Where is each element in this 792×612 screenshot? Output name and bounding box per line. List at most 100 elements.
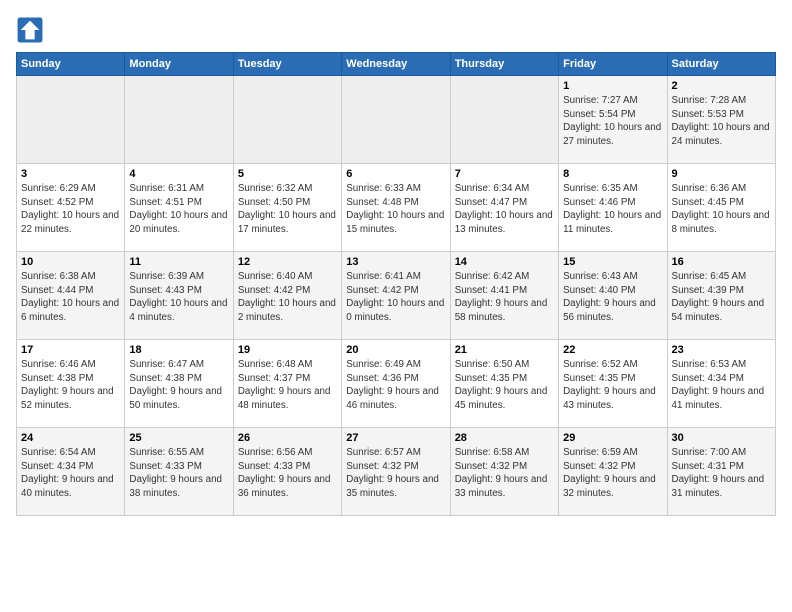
calendar-day-cell: 26Sunrise: 6:56 AM Sunset: 4:33 PM Dayli… bbox=[233, 428, 341, 516]
calendar-day-cell: 10 Sunrise: 6:38 AM Sunset: 4:44 PM Dayli… bbox=[17, 252, 125, 340]
day-info: Sunrise: 6:43 AM Sunset: 4:40 PM Dayligh… bbox=[563, 270, 662, 325]
calendar-week-row: 1 Sunrise: 7:27 AM Sunset: 5:54 PM Daylig… bbox=[17, 76, 776, 164]
day-info: Sunrise: 6:54 AM Sunset: 4:34 PM Dayligh… bbox=[21, 446, 120, 501]
day-info: Sunrise: 6:52 AM Sunset: 4:35 PM Dayligh… bbox=[563, 358, 662, 413]
calendar-day-cell: 22 Sunrise: 6:52 AM Sunset: 4:35 PM Dayli… bbox=[559, 340, 667, 428]
day-info: Sunrise: 6:53 AM Sunset: 4:34 PM Dayligh… bbox=[672, 358, 771, 413]
day-number: 1 bbox=[563, 80, 662, 92]
calendar-day-cell bbox=[17, 76, 125, 164]
day-number: 7 bbox=[455, 168, 554, 180]
page-header bbox=[16, 16, 776, 44]
day-number: 2 bbox=[672, 80, 771, 92]
day-info: Sunrise: 7:00 AM Sunset: 4:31 PM Dayligh… bbox=[672, 446, 771, 501]
day-info: Sunrise: 6:45 AM Sunset: 4:39 PM Dayligh… bbox=[672, 270, 771, 325]
calendar-day-cell: 24 Sunrise: 6:54 AM Sunset: 4:34 PM Dayli… bbox=[17, 428, 125, 516]
day-number: 19 bbox=[238, 344, 337, 356]
calendar-day-cell: 9 Sunrise: 6:36 AM Sunset: 4:45 PM Daylig… bbox=[667, 164, 775, 252]
day-info: Sunrise: 6:34 AM Sunset: 4:47 PM Dayligh… bbox=[455, 182, 554, 237]
day-info: Sunrise: 6:47 AM Sunset: 4:38 PM Dayligh… bbox=[129, 358, 228, 413]
calendar-day-cell: 6 Sunrise: 6:33 AM Sunset: 4:48 PM Daylig… bbox=[342, 164, 450, 252]
calendar-day-cell: 4 Sunrise: 6:31 AM Sunset: 4:51 PM Daylig… bbox=[125, 164, 233, 252]
calendar-day-cell: 3 Sunrise: 6:29 AM Sunset: 4:52 PM Daylig… bbox=[17, 164, 125, 252]
day-number: 14 bbox=[455, 256, 554, 268]
day-info: Sunrise: 7:27 AM Sunset: 5:54 PM Dayligh… bbox=[563, 94, 662, 149]
calendar-table: SundayMondayTuesdayWednesdayThursdayFrid… bbox=[16, 52, 776, 516]
calendar-day-cell: 5Sunrise: 6:32 AM Sunset: 4:50 PM Daylig… bbox=[233, 164, 341, 252]
calendar-day-cell: 18 Sunrise: 6:47 AM Sunset: 4:38 PM Dayli… bbox=[125, 340, 233, 428]
day-info: Sunrise: 6:36 AM Sunset: 4:45 PM Dayligh… bbox=[672, 182, 771, 237]
weekday-header-row: SundayMondayTuesdayWednesdayThursdayFrid… bbox=[17, 53, 776, 76]
day-number: 3 bbox=[21, 168, 120, 180]
day-info: Sunrise: 6:29 AM Sunset: 4:52 PM Dayligh… bbox=[21, 182, 120, 237]
day-number: 5 bbox=[238, 168, 337, 180]
day-info: Sunrise: 6:33 AM Sunset: 4:48 PM Dayligh… bbox=[346, 182, 445, 237]
day-info: Sunrise: 6:50 AM Sunset: 4:35 PM Dayligh… bbox=[455, 358, 554, 413]
day-number: 22 bbox=[563, 344, 662, 356]
calendar-day-cell: 27 Sunrise: 6:57 AM Sunset: 4:32 PM Dayli… bbox=[342, 428, 450, 516]
day-info: Sunrise: 6:38 AM Sunset: 4:44 PM Dayligh… bbox=[21, 270, 120, 325]
calendar-day-cell: 8 Sunrise: 6:35 AM Sunset: 4:46 PM Daylig… bbox=[559, 164, 667, 252]
day-number: 13 bbox=[346, 256, 445, 268]
weekday-header-cell: Thursday bbox=[450, 53, 558, 76]
day-info: Sunrise: 6:41 AM Sunset: 4:42 PM Dayligh… bbox=[346, 270, 445, 325]
day-number: 18 bbox=[129, 344, 228, 356]
weekday-header-cell: Sunday bbox=[17, 53, 125, 76]
day-info: Sunrise: 6:46 AM Sunset: 4:38 PM Dayligh… bbox=[21, 358, 120, 413]
calendar-day-cell: 29 Sunrise: 6:59 AM Sunset: 4:32 PM Dayli… bbox=[559, 428, 667, 516]
day-info: Sunrise: 6:49 AM Sunset: 4:36 PM Dayligh… bbox=[346, 358, 445, 413]
calendar-day-cell: 16 Sunrise: 6:45 AM Sunset: 4:39 PM Dayli… bbox=[667, 252, 775, 340]
weekday-header-cell: Monday bbox=[125, 53, 233, 76]
calendar-day-cell: 2Sunrise: 7:28 AM Sunset: 5:53 PM Daylig… bbox=[667, 76, 775, 164]
day-info: Sunrise: 6:59 AM Sunset: 4:32 PM Dayligh… bbox=[563, 446, 662, 501]
day-info: Sunrise: 6:31 AM Sunset: 4:51 PM Dayligh… bbox=[129, 182, 228, 237]
day-number: 23 bbox=[672, 344, 771, 356]
day-info: Sunrise: 6:57 AM Sunset: 4:32 PM Dayligh… bbox=[346, 446, 445, 501]
calendar-day-cell bbox=[233, 76, 341, 164]
calendar-week-row: 10 Sunrise: 6:38 AM Sunset: 4:44 PM Dayli… bbox=[17, 252, 776, 340]
calendar-day-cell: 20 Sunrise: 6:49 AM Sunset: 4:36 PM Dayli… bbox=[342, 340, 450, 428]
calendar-week-row: 17Sunrise: 6:46 AM Sunset: 4:38 PM Dayli… bbox=[17, 340, 776, 428]
day-number: 9 bbox=[672, 168, 771, 180]
calendar-day-cell: 13 Sunrise: 6:41 AM Sunset: 4:42 PM Dayli… bbox=[342, 252, 450, 340]
day-number: 6 bbox=[346, 168, 445, 180]
day-number: 8 bbox=[563, 168, 662, 180]
day-info: Sunrise: 6:35 AM Sunset: 4:46 PM Dayligh… bbox=[563, 182, 662, 237]
day-info: Sunrise: 6:48 AM Sunset: 4:37 PM Dayligh… bbox=[238, 358, 337, 413]
calendar-day-cell: 30Sunrise: 7:00 AM Sunset: 4:31 PM Dayli… bbox=[667, 428, 775, 516]
calendar-day-cell: 19 Sunrise: 6:48 AM Sunset: 4:37 PM Dayli… bbox=[233, 340, 341, 428]
day-number: 11 bbox=[129, 256, 228, 268]
day-number: 20 bbox=[346, 344, 445, 356]
calendar-day-cell: 21 Sunrise: 6:50 AM Sunset: 4:35 PM Dayli… bbox=[450, 340, 558, 428]
day-number: 10 bbox=[21, 256, 120, 268]
day-number: 27 bbox=[346, 432, 445, 444]
weekday-header-cell: Friday bbox=[559, 53, 667, 76]
day-number: 16 bbox=[672, 256, 771, 268]
calendar-week-row: 24 Sunrise: 6:54 AM Sunset: 4:34 PM Dayli… bbox=[17, 428, 776, 516]
day-number: 21 bbox=[455, 344, 554, 356]
logo-icon bbox=[16, 16, 44, 44]
calendar-day-cell: 14Sunrise: 6:42 AM Sunset: 4:41 PM Dayli… bbox=[450, 252, 558, 340]
day-info: Sunrise: 6:55 AM Sunset: 4:33 PM Dayligh… bbox=[129, 446, 228, 501]
calendar-day-cell: 11 Sunrise: 6:39 AM Sunset: 4:43 PM Dayli… bbox=[125, 252, 233, 340]
weekday-header-cell: Wednesday bbox=[342, 53, 450, 76]
day-number: 24 bbox=[21, 432, 120, 444]
calendar-day-cell: 28Sunrise: 6:58 AM Sunset: 4:32 PM Dayli… bbox=[450, 428, 558, 516]
day-number: 4 bbox=[129, 168, 228, 180]
calendar-day-cell: 7 Sunrise: 6:34 AM Sunset: 4:47 PM Daylig… bbox=[450, 164, 558, 252]
day-info: Sunrise: 6:58 AM Sunset: 4:32 PM Dayligh… bbox=[455, 446, 554, 501]
day-info: Sunrise: 6:40 AM Sunset: 4:42 PM Dayligh… bbox=[238, 270, 337, 325]
calendar-day-cell: 15 Sunrise: 6:43 AM Sunset: 4:40 PM Dayli… bbox=[559, 252, 667, 340]
calendar-day-cell bbox=[125, 76, 233, 164]
calendar-day-cell bbox=[342, 76, 450, 164]
day-number: 12 bbox=[238, 256, 337, 268]
calendar-day-cell: 23 Sunrise: 6:53 AM Sunset: 4:34 PM Dayli… bbox=[667, 340, 775, 428]
day-info: Sunrise: 6:39 AM Sunset: 4:43 PM Dayligh… bbox=[129, 270, 228, 325]
weekday-header-cell: Tuesday bbox=[233, 53, 341, 76]
calendar-day-cell: 25Sunrise: 6:55 AM Sunset: 4:33 PM Dayli… bbox=[125, 428, 233, 516]
day-info: Sunrise: 6:56 AM Sunset: 4:33 PM Dayligh… bbox=[238, 446, 337, 501]
calendar-body: 1 Sunrise: 7:27 AM Sunset: 5:54 PM Daylig… bbox=[17, 76, 776, 516]
day-number: 15 bbox=[563, 256, 662, 268]
calendar-day-cell bbox=[450, 76, 558, 164]
day-number: 29 bbox=[563, 432, 662, 444]
logo bbox=[16, 16, 48, 44]
